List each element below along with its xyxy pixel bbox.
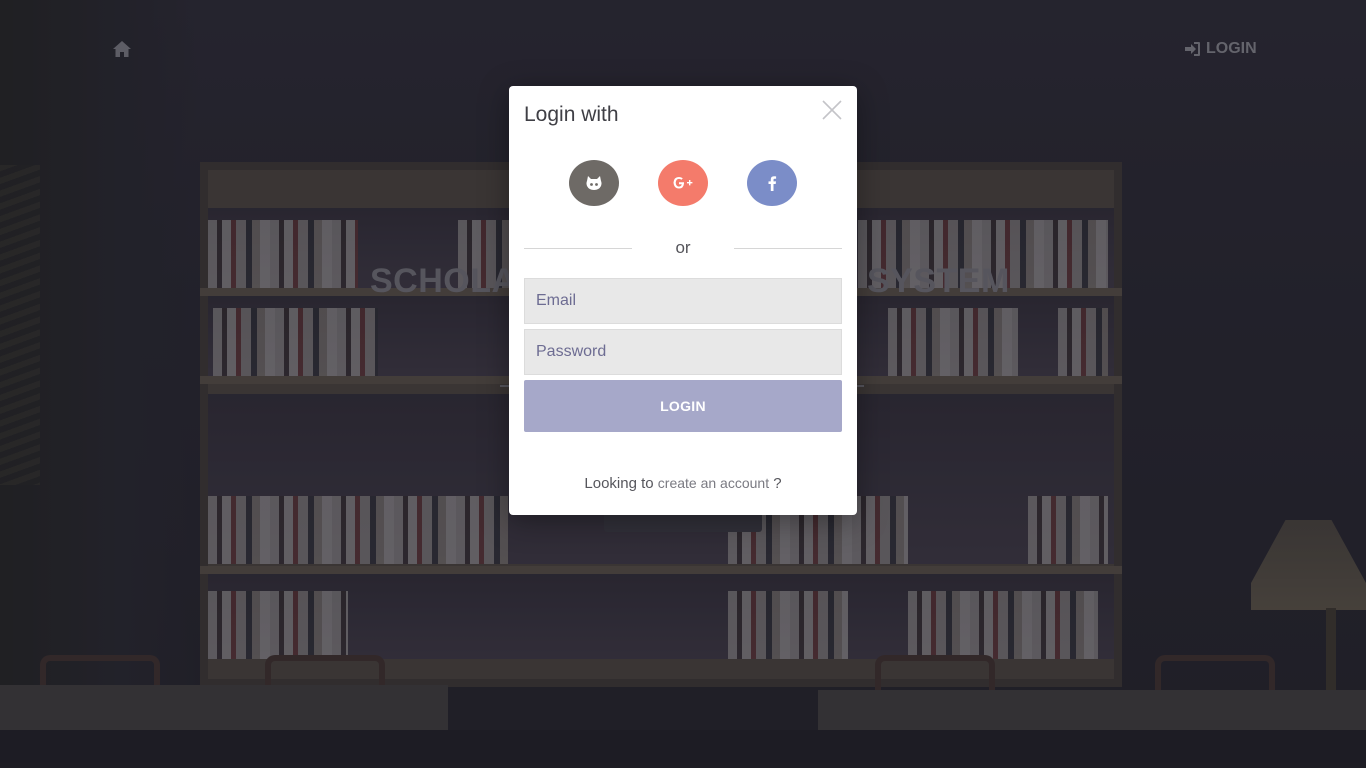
github-login-button[interactable]: [569, 160, 619, 206]
or-divider: or: [524, 236, 842, 260]
modal-title: Login with: [524, 103, 619, 126]
close-icon: [822, 100, 842, 120]
social-login-row: [509, 160, 857, 206]
facebook-login-button[interactable]: [747, 160, 797, 206]
create-account-link[interactable]: create an account: [658, 475, 769, 491]
login-modal: Login with or Email LOGIN Looking to cre…: [509, 86, 857, 515]
divider-text: or: [675, 238, 691, 257]
google-plus-login-button[interactable]: [658, 160, 708, 206]
signup-prompt-suffix: ?: [773, 475, 782, 492]
login-button[interactable]: LOGIN: [524, 380, 842, 432]
facebook-icon: [768, 176, 777, 191]
password-input[interactable]: [524, 329, 842, 375]
email-input[interactable]: [524, 278, 842, 324]
github-icon: [586, 176, 602, 190]
divider-line: [734, 247, 842, 249]
divider-line: [524, 247, 632, 249]
google-plus-icon: [673, 177, 693, 189]
signup-prompt: Looking to create an account ?: [509, 475, 857, 492]
signup-prompt-prefix: Looking to: [584, 475, 654, 492]
close-button[interactable]: [821, 99, 843, 121]
